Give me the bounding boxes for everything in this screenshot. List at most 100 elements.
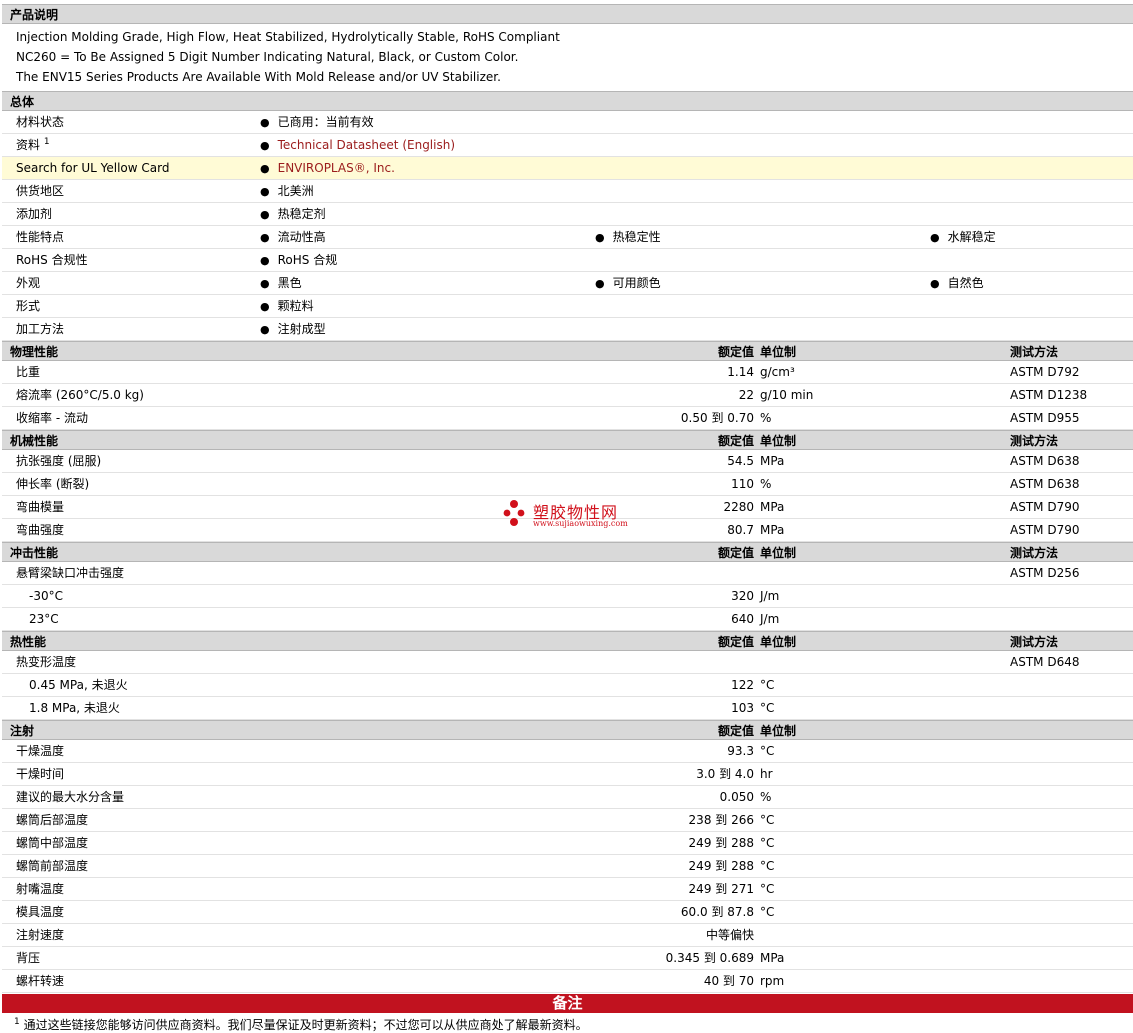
section-title: 机械性能	[10, 434, 59, 448]
row-label: 收缩率 - 流动	[16, 411, 88, 425]
row-unit: °C	[760, 882, 775, 896]
section-header-impact: 冲击性能 额定值 单位制 测试方法	[2, 542, 1133, 562]
row-value: 122	[731, 678, 754, 692]
row-label: 熔流率 (260°C/5.0 kg)	[16, 388, 144, 402]
header-unit: 单位制	[760, 434, 797, 448]
row-value: 103	[731, 701, 754, 715]
table-row: 注射速度 中等偏快	[2, 924, 1133, 947]
row-value: 60.0 到 87.8	[680, 905, 754, 919]
ul-yellow-card-link[interactable]: Search for UL Yellow Card	[16, 157, 169, 179]
section-title: 物理性能	[10, 345, 59, 359]
description-line: Injection Molding Grade, High Flow, Heat…	[16, 30, 560, 44]
header-unit: 单位制	[760, 635, 797, 649]
table-row: 射嘴温度 249 到 271 °C	[2, 878, 1133, 901]
row-label: 形式	[16, 299, 41, 313]
bullet-icon: ●	[260, 116, 270, 129]
table-row: 螺筒前部温度 249 到 288 °C	[2, 855, 1133, 878]
header-value: 额定值	[717, 345, 754, 359]
table-row: 0.45 MPa, 未退火 122 °C	[2, 674, 1133, 697]
header-value: 额定值	[717, 546, 754, 560]
row-value: RoHS 合规	[277, 253, 338, 267]
row-unit: MPa	[760, 523, 785, 537]
row-processing: 加工方法 ● 注射成型	[2, 318, 1133, 341]
row-label: 螺筒后部温度	[16, 813, 89, 827]
supplier-link[interactable]: ENVIROPLAS®, Inc.	[278, 161, 395, 175]
section-header-injection: 注射 额定值 单位制	[2, 720, 1133, 740]
row-unit: rpm	[760, 974, 785, 988]
row-value: 93.3	[727, 744, 754, 758]
row-label: 螺筒中部温度	[16, 836, 89, 850]
logo-dots-icon	[503, 500, 525, 526]
row-label: 螺筒前部温度	[16, 859, 89, 873]
table-row: 干燥时间 3.0 到 4.0 hr	[2, 763, 1133, 786]
row-material-status: 材料状态 ● 已商用：当前有效	[2, 111, 1133, 134]
row-label: 添加剂	[16, 207, 53, 221]
row-label: 干燥时间	[16, 767, 65, 781]
section-header-description: 产品说明	[2, 4, 1133, 24]
bullet-icon: ●	[260, 231, 270, 244]
row-label: 干燥温度	[16, 744, 65, 758]
technical-datasheet-link[interactable]: Technical Datasheet (English)	[278, 138, 455, 152]
row-value: 0.050	[719, 790, 754, 804]
row-method: ASTM D638	[1010, 454, 1080, 468]
row-ul-yellow-card: Search for UL Yellow Card ● ENVIROPLAS®, …	[2, 157, 1133, 180]
bullet-icon: ●	[260, 277, 270, 290]
row-value: 已商用：当前有效	[277, 115, 374, 129]
row-value: 3.0 到 4.0	[696, 767, 754, 781]
section-header-physical: 物理性能 额定值 单位制 测试方法	[2, 341, 1133, 361]
table-row: 背压 0.345 到 0.689 MPa	[2, 947, 1133, 970]
row-value: 1.14	[727, 365, 754, 379]
row-value: 22	[738, 388, 754, 402]
bullet-icon: ●	[260, 323, 270, 336]
row-unit: J/m	[760, 589, 780, 603]
row-label: 热变形温度	[16, 655, 77, 669]
table-row: -30°C 320 J/m	[2, 585, 1133, 608]
row-label: 悬臂梁缺口冲击强度	[16, 566, 125, 580]
table-row: 1.8 MPa, 未退火 103 °C	[2, 697, 1133, 720]
bullet-icon: ●	[595, 231, 605, 244]
section-title: 总体	[10, 95, 35, 109]
row-value: 249 到 271	[688, 882, 754, 896]
table-row: 螺筒中部温度 249 到 288 °C	[2, 832, 1133, 855]
header-method: 测试方法	[1010, 546, 1059, 560]
row-method: ASTM D638	[1010, 477, 1080, 491]
row-unit: MPa	[760, 500, 785, 514]
row-label: 加工方法	[16, 322, 65, 336]
row-value: 水解稳定	[947, 230, 996, 244]
row-label: 供货地区	[16, 184, 65, 198]
row-value: 0.50 到 0.70	[680, 411, 754, 425]
row-additive: 添加剂 ● 热稳定剂	[2, 203, 1133, 226]
row-label: 外观	[16, 276, 41, 290]
row-label: 模具温度	[16, 905, 65, 919]
row-value: 自然色	[947, 276, 984, 290]
row-value: 流动性高	[277, 230, 326, 244]
table-row: 抗张强度 (屈服) 54.5 MPa ASTM D638	[2, 450, 1133, 473]
row-label: 23°C	[29, 612, 59, 626]
header-value: 额定值	[717, 434, 754, 448]
notes-header: 备注	[2, 994, 1133, 1013]
row-label: 弯曲强度	[16, 523, 65, 537]
header-value: 额定值	[717, 724, 754, 738]
row-unit: MPa	[760, 951, 785, 965]
table-row: 23°C 640 J/m	[2, 608, 1133, 631]
row-value: 注射成型	[277, 322, 326, 336]
row-method: ASTM D792	[1010, 365, 1080, 379]
row-appearance: 外观 ● 黑色 ● 可用颜色 ● 自然色	[2, 272, 1133, 295]
row-method: ASTM D790	[1010, 523, 1080, 537]
table-row: 伸长率 (断裂) 110 % ASTM D638	[2, 473, 1133, 496]
row-unit: J/m	[760, 612, 780, 626]
row-unit: °C	[760, 905, 775, 919]
row-value: 颗粒料	[277, 299, 314, 313]
row-unit: °C	[760, 701, 775, 715]
row-unit: °C	[760, 744, 775, 758]
row-label: 螺杆转速	[16, 974, 65, 988]
bullet-icon: ●	[260, 162, 270, 175]
row-label: 材料状态	[16, 115, 65, 129]
row-label: 1.8 MPa, 未退火	[29, 701, 120, 715]
row-method: ASTM D1238	[1010, 388, 1088, 402]
description-line: NC260 = To Be Assigned 5 Digit Number In…	[16, 50, 519, 64]
section-header-thermal: 热性能 额定值 单位制 测试方法	[2, 631, 1133, 651]
bullet-icon: ●	[930, 277, 940, 290]
row-unit: °C	[760, 859, 775, 873]
section-title: 产品说明	[10, 8, 59, 22]
